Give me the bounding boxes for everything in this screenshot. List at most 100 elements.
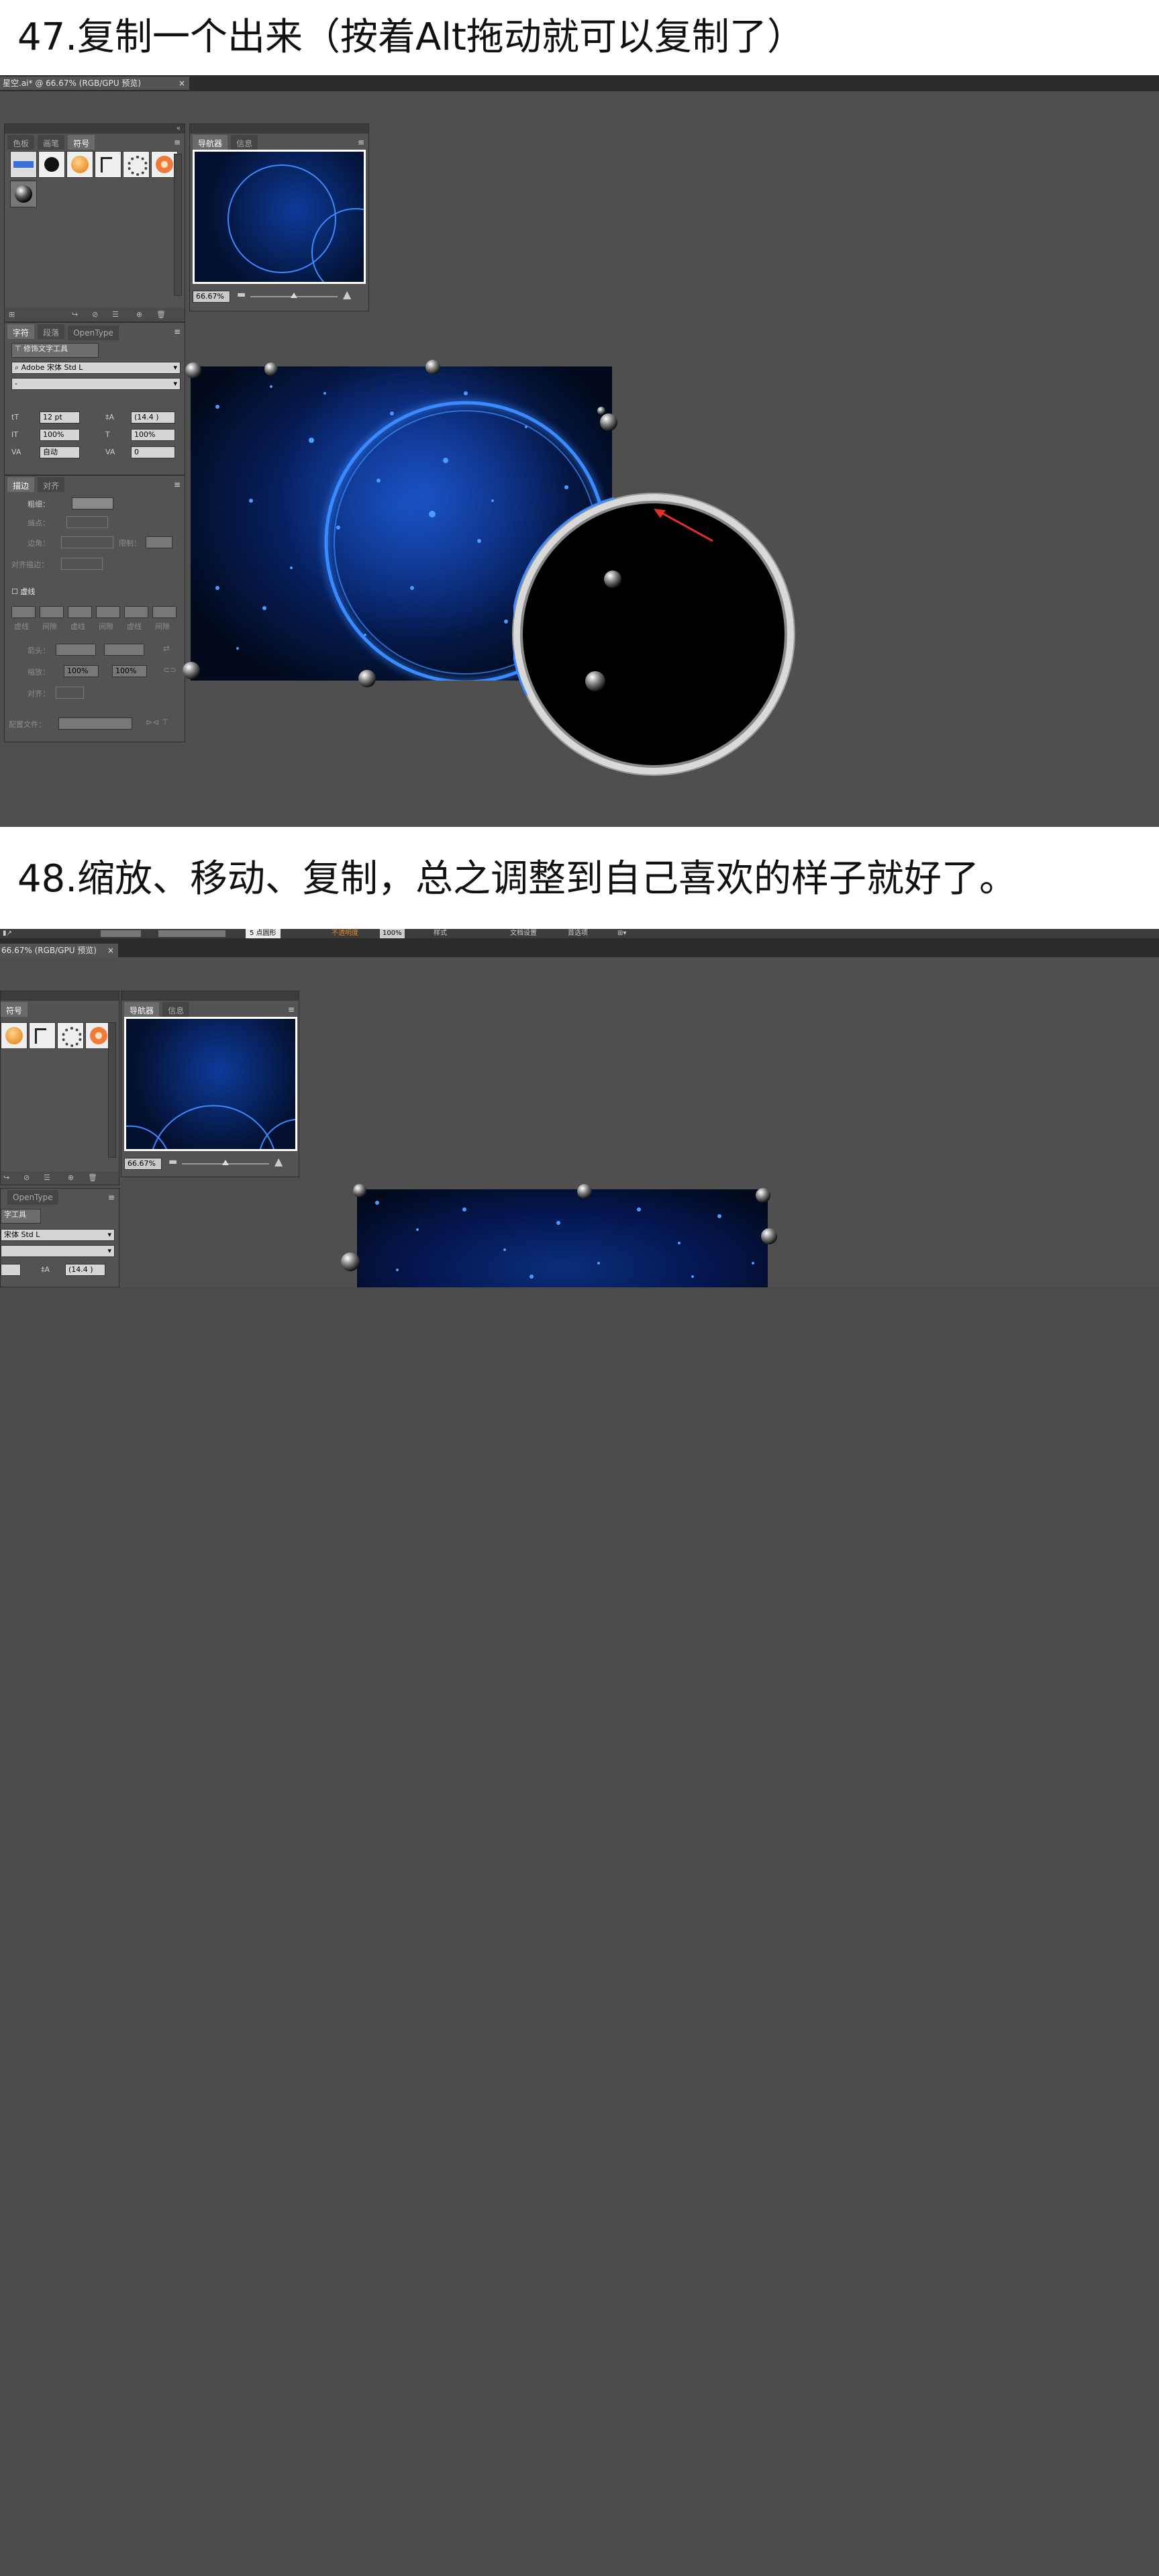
dash-field[interactable] xyxy=(68,606,92,618)
panel-menu-icon[interactable]: ≡ xyxy=(174,327,181,336)
leading-field[interactable]: (14.4 ) xyxy=(65,1264,105,1276)
tab-swatches[interactable]: 色板 xyxy=(7,135,35,150)
tracking-field[interactable]: 0 xyxy=(131,446,175,458)
stroke-weight-field[interactable] xyxy=(72,497,113,509)
zoom-out-icon[interactable]: ▬ xyxy=(168,1156,177,1167)
zoom-in-icon[interactable]: ▲ xyxy=(343,288,351,301)
opacity-field[interactable]: 100% xyxy=(380,929,405,938)
tab-navigator[interactable]: 导航器 xyxy=(124,1002,160,1017)
panel-grip[interactable] xyxy=(1,991,119,1001)
new-symbol-icon[interactable]: ⊕ xyxy=(136,310,142,319)
horizontal-scale-field[interactable]: 100% xyxy=(131,429,175,441)
place-symbol-icon[interactable]: ↪ xyxy=(3,1173,9,1182)
dash-field[interactable] xyxy=(11,606,36,618)
link-scale-icon[interactable]: ⊂⊃ xyxy=(163,665,177,675)
tab-paragraph[interactable]: 段落 xyxy=(38,324,65,339)
panel-grip[interactable] xyxy=(190,124,368,134)
close-icon[interactable]: × xyxy=(179,77,185,90)
trash-icon[interactable]: 🗑 xyxy=(156,310,166,319)
panel-grip[interactable] xyxy=(121,991,299,1001)
font-style-select[interactable]: ▾ xyxy=(1,1245,115,1257)
gap-field[interactable] xyxy=(96,606,120,618)
tab-stroke[interactable]: 描边 xyxy=(7,477,35,492)
new-symbol-icon[interactable]: ⊕ xyxy=(68,1173,74,1182)
tab-navigator[interactable]: 导航器 xyxy=(193,135,228,150)
symbol-library-icon[interactable]: ⊞ xyxy=(9,310,15,319)
symbol-swatch-splat[interactable] xyxy=(38,151,65,178)
opacity-label[interactable]: 不透明度 xyxy=(332,929,358,938)
symbol-swatch-glass-ball[interactable] xyxy=(10,181,37,207)
vertical-scale-field[interactable]: 100% xyxy=(40,429,80,441)
symbol-swatch-blue-bar[interactable] xyxy=(10,151,37,178)
gap-field[interactable] xyxy=(152,606,177,618)
panel-menu-icon[interactable]: ≡ xyxy=(358,138,364,147)
preferences-button[interactable]: 首选项 xyxy=(568,929,588,938)
zoom-slider[interactable] xyxy=(250,293,338,298)
document-setup-button[interactable]: 文档设置 xyxy=(510,929,537,938)
font-style-select[interactable]: - ▾ xyxy=(11,378,181,390)
symbol-swatch-orange-ball[interactable] xyxy=(66,151,93,178)
panel-menu-icon[interactable]: ≡ xyxy=(108,1193,115,1202)
selection-tool-icon[interactable]: ▮↗ xyxy=(3,929,12,938)
panel-menu-icon[interactable]: ≡ xyxy=(174,138,181,147)
tab-info[interactable]: 信息 xyxy=(162,1002,190,1017)
zoom-in-icon[interactable]: ▲ xyxy=(274,1155,283,1168)
tab-opentype[interactable]: OpenType xyxy=(7,1190,58,1205)
zoom-field[interactable]: 66.67% xyxy=(193,291,230,303)
symbol-swatch-bracket[interactable] xyxy=(95,151,121,178)
panel-menu-icon[interactable]: ≡ xyxy=(174,480,181,489)
tab-symbols[interactable]: 符号 xyxy=(68,135,95,150)
step48-doc-tab[interactable]: 66.67% (RGB/GPU 预览) × xyxy=(0,944,118,957)
swap-arrows-icon[interactable]: ⇄ xyxy=(163,644,170,653)
place-symbol-icon[interactable]: ↪ xyxy=(72,310,78,319)
font-size-field[interactable]: 12 pt xyxy=(40,411,80,424)
flip-profile-icon[interactable]: ⊳⊲ ⊤ xyxy=(146,717,168,727)
arrowhead-start-select[interactable] xyxy=(56,644,96,656)
break-link-icon[interactable]: ⊘ xyxy=(23,1173,30,1182)
limit-field[interactable] xyxy=(146,536,172,548)
kerning-field[interactable]: 自动 xyxy=(40,446,80,458)
gap-field[interactable] xyxy=(40,606,64,618)
arrow-align-buttons[interactable] xyxy=(56,687,84,699)
font-family-select[interactable]: ⌕ Adobe 宋体 Std L ▾ xyxy=(11,362,181,374)
cap-buttons[interactable] xyxy=(66,516,108,528)
corner-buttons[interactable] xyxy=(61,536,113,548)
tab-align[interactable]: 对齐 xyxy=(38,477,65,492)
tab-character[interactable]: 字符 xyxy=(7,324,35,339)
arrowhead-end-select[interactable] xyxy=(104,644,144,656)
tab-symbols[interactable]: 符号 xyxy=(1,1002,28,1017)
brush-shape-select[interactable]: 5 点圆形 xyxy=(246,929,281,938)
touch-type-tool-button[interactable]: ⊤ 修饰文字工具 xyxy=(11,343,99,358)
stroke-weight-mini[interactable] xyxy=(101,930,141,937)
navigator-thumbnail[interactable] xyxy=(124,1017,297,1151)
break-link-icon[interactable]: ⊘ xyxy=(92,310,98,319)
brush-select-mini[interactable] xyxy=(158,930,225,937)
close-icon[interactable]: × xyxy=(107,944,114,957)
trash-icon[interactable]: 🗑 xyxy=(88,1173,97,1182)
step48-starfield-artboard[interactable] xyxy=(357,1189,768,1287)
arrow-scale-start[interactable]: 100% xyxy=(64,665,99,677)
panel-grip[interactable] xyxy=(5,124,185,134)
symbol-swatch-gear[interactable] xyxy=(123,151,150,178)
zoom-out-icon[interactable]: ▬ xyxy=(237,289,246,300)
symbol-options-icon[interactable]: ☰ xyxy=(44,1173,50,1182)
leading-field[interactable]: (14.4 ) xyxy=(131,411,175,424)
panel-scrollbar[interactable] xyxy=(174,154,182,296)
tab-info[interactable]: 信息 xyxy=(231,135,258,150)
arrow-scale-end[interactable]: 100% xyxy=(112,665,147,677)
font-size-field[interactable] xyxy=(1,1264,21,1276)
profile-select[interactable] xyxy=(58,717,132,730)
dashed-line-checkbox[interactable]: ☐ 虚线 xyxy=(11,586,35,597)
navigator-thumbnail[interactable] xyxy=(193,150,366,284)
arrange-icon[interactable]: ⊞▾ xyxy=(617,929,626,938)
symbol-swatch-gear[interactable] xyxy=(57,1022,84,1049)
dash-field[interactable] xyxy=(124,606,148,618)
symbol-swatch-orange-ball[interactable] xyxy=(1,1022,28,1049)
align-stroke-buttons[interactable] xyxy=(61,558,103,570)
collapse-icon[interactable]: « xyxy=(177,125,181,132)
symbol-swatch-bracket[interactable] xyxy=(29,1022,56,1049)
font-family-select[interactable]: 宋体 Std L ▾ xyxy=(1,1229,115,1241)
zoom-field[interactable]: 66.67% xyxy=(124,1158,162,1170)
tab-opentype[interactable]: OpenType xyxy=(68,326,119,340)
symbol-options-icon[interactable]: ☰ xyxy=(112,310,119,319)
